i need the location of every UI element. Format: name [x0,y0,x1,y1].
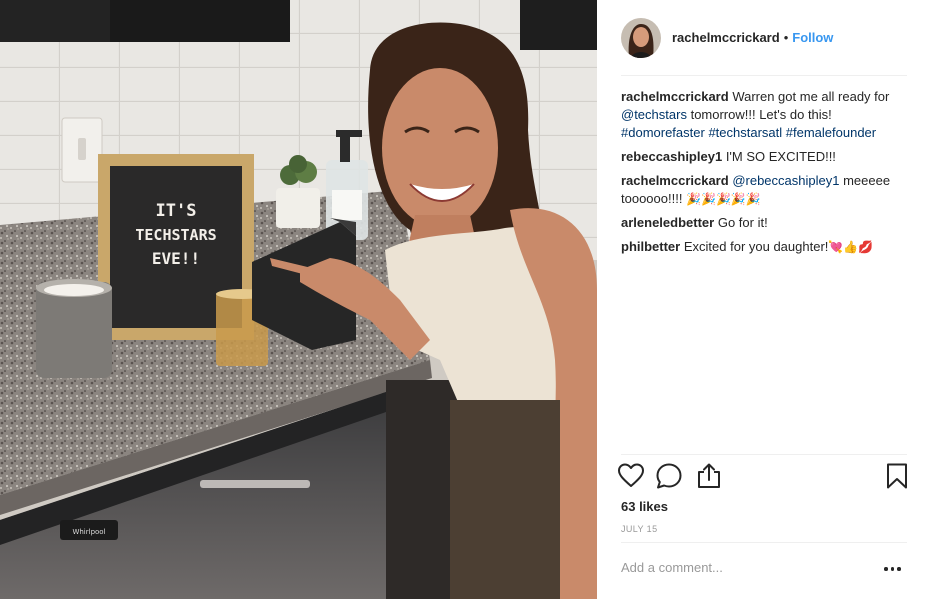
speech-bubble-icon[interactable] [655,462,683,490]
letterboard-line-1: IT'S [156,201,197,221]
avatar-image [621,17,661,58]
comment-text: Excited for you daughter! [683,239,829,254]
emoji-icon: 💘👍💋 [828,240,874,254]
caption: rachelmccrickard Warren got me all ready… [621,88,911,142]
post-side-panel: rachelmccrickard • Follow rachelmccricka… [597,0,930,599]
like-count[interactable]: 63 likes [621,499,668,514]
comment: philbetter Excited for you daughter!💘👍💋 [621,238,911,256]
more-dot [884,567,888,571]
add-comment-input[interactable] [621,560,871,575]
instagram-post: IT'S TECHSTARS EVE!! Whirlpool rachelmcc… [0,0,930,599]
more-horizontal-icon[interactable] [884,562,904,576]
separator-dot: • [783,30,789,45]
comment-text: I'M SO EXCITED!!! [725,149,836,164]
bookmark-icon[interactable] [883,462,911,490]
post-header: rachelmccrickard • Follow [597,0,930,75]
post-username[interactable]: rachelmccrickard [672,30,780,45]
comment-divider [621,542,907,543]
comments-list: rachelmccrickard Warren got me all ready… [621,88,911,262]
kitchen-scene: IT'S TECHSTARS EVE!! Whirlpool [0,0,597,599]
post-actions [617,462,911,492]
comment-username[interactable]: philbetter [621,239,680,254]
post-photo[interactable]: IT'S TECHSTARS EVE!! Whirlpool [0,0,597,599]
actions-divider [621,454,907,455]
header-divider [621,75,907,76]
comment-mention[interactable]: @techstars [621,107,687,122]
party-emoji-icon: 🎉🎉🎉🎉🎉 [686,192,761,206]
appliance-brand: Whirlpool [72,528,105,536]
comment-username[interactable]: rachelmccrickard [621,173,729,188]
hashtag[interactable]: #techstarsatl [708,125,782,140]
comment: rachelmccrickard @rebeccashipley1 meeeee… [621,172,911,208]
comment-username[interactable]: rachelmccrickard [621,89,729,104]
letterboard-line-3: EVE!! [152,249,200,268]
hashtag[interactable]: #femalefounder [786,125,876,140]
comment-username[interactable]: rebeccashipley1 [621,149,722,164]
more-dot [897,567,901,571]
more-dot [890,567,894,571]
share-icon[interactable] [695,462,723,490]
comment-mention[interactable]: @rebeccashipley1 [732,173,839,188]
post-date: JULY 15 [621,524,658,534]
comment: arleneledbetter Go for it! [621,214,911,232]
avatar[interactable] [621,17,661,58]
comment: rebeccashipley1 I'M SO EXCITED!!! [621,148,911,166]
hashtag[interactable]: #domorefaster [621,125,705,140]
comment-username[interactable]: arleneledbetter [621,215,714,230]
comment-text: Go for it! [717,215,768,230]
follow-button[interactable]: Follow [792,30,833,45]
letterboard-line-2: TECHSTARS [135,226,216,244]
heart-icon[interactable] [617,462,645,490]
comment-text: tomorrow!!! Let's do this! [690,107,832,122]
comment-text: Warren got me all ready for [732,89,890,104]
